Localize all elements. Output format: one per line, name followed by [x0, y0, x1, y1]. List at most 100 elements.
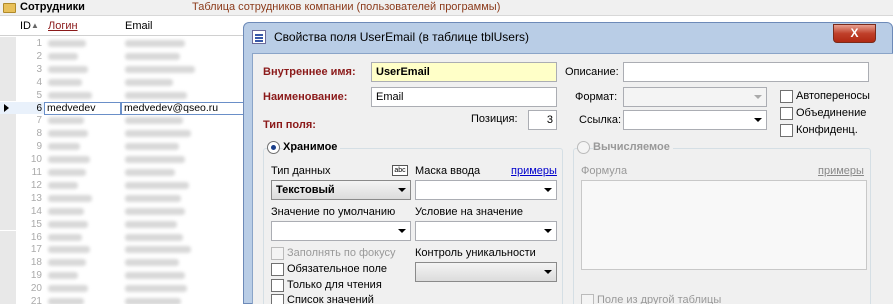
login-cell-blurred	[48, 181, 78, 189]
dialog-titlebar[interactable]: Свойства поля UserEmail (в таблице tblUs…	[244, 23, 892, 51]
column-header-email[interactable]: Email	[125, 20, 153, 32]
login-cell-blurred	[48, 52, 78, 60]
internal-name-input[interactable]: UserEmail	[371, 62, 557, 82]
table-row[interactable]: 11	[0, 166, 250, 179]
description-input[interactable]	[623, 62, 869, 82]
row-selector[interactable]	[0, 37, 16, 50]
table-row[interactable]: 4	[0, 75, 250, 89]
row-selector[interactable]	[0, 295, 16, 304]
computed-radio[interactable]	[577, 141, 590, 154]
table-row[interactable]: 14	[0, 204, 250, 218]
row-id: 3	[36, 63, 42, 75]
email-cell-blurred	[125, 272, 185, 280]
mask-examples-link[interactable]: примеры	[511, 165, 557, 177]
row-selector[interactable]	[0, 62, 16, 76]
table-row[interactable]: 21	[0, 295, 250, 304]
table-row[interactable]: 17	[0, 243, 250, 257]
autowrap-checkbox[interactable]	[780, 90, 793, 103]
row-selector[interactable]	[0, 243, 16, 257]
confidential-checkbox[interactable]	[780, 124, 793, 137]
current-row-pointer-icon	[4, 103, 9, 112]
formula-label: Формула	[581, 165, 628, 177]
table-row[interactable]: 10	[0, 153, 250, 166]
name-input[interactable]: Email	[371, 87, 557, 107]
table-row[interactable]: 20	[0, 282, 250, 295]
link-dropdown[interactable]	[623, 110, 767, 130]
stored-radio[interactable]	[267, 141, 280, 154]
condition-dropdown[interactable]	[415, 221, 557, 241]
email-cell-blurred	[125, 233, 183, 241]
login-cell-blurred	[48, 65, 88, 73]
table-row[interactable]: 5	[0, 88, 250, 102]
formula-examples-link[interactable]: примеры	[818, 165, 864, 177]
value-list-label: Список значений	[287, 294, 374, 304]
row-selector[interactable]	[0, 166, 16, 179]
row-selector[interactable]	[0, 282, 16, 295]
email-cell-blurred	[125, 130, 191, 138]
input-mask-dropdown[interactable]	[415, 180, 557, 200]
merge-label: Объединение	[796, 107, 867, 119]
close-button[interactable]: X	[833, 24, 876, 43]
format-dropdown[interactable]	[623, 87, 767, 107]
data-type-dropdown[interactable]: Текстовый	[271, 180, 411, 200]
table-row[interactable]: 7	[0, 114, 250, 128]
table-row[interactable]: 1	[0, 37, 250, 50]
row-id: 20	[30, 283, 42, 295]
row-selector[interactable]	[0, 140, 16, 154]
chevron-down-icon	[544, 188, 552, 192]
table-row[interactable]: 12	[0, 178, 250, 192]
window-titlebar: Сотрудники Таблица сотрудников компании …	[0, 0, 893, 16]
row-selector[interactable]	[0, 75, 16, 89]
window-title: Сотрудники	[20, 1, 85, 13]
chevron-down-icon	[754, 118, 762, 122]
row-selector[interactable]	[0, 88, 16, 102]
row-selector[interactable]	[0, 49, 16, 63]
table-row[interactable]: 9	[0, 140, 250, 154]
required-checkbox[interactable]	[271, 263, 284, 276]
autowrap-label: Автопереносы	[796, 90, 870, 102]
row-id: 10	[30, 154, 42, 166]
fill-on-focus-checkbox[interactable]	[271, 247, 284, 260]
position-input[interactable]: 3	[528, 110, 557, 130]
row-selector[interactable]	[0, 191, 16, 205]
login-cell-blurred	[48, 117, 84, 125]
merge-checkbox[interactable]	[780, 107, 793, 120]
login-cell-blurred	[48, 272, 78, 280]
default-value-dropdown[interactable]	[271, 221, 411, 241]
chevron-down-icon	[398, 229, 406, 233]
email-cell-blurred	[125, 78, 173, 86]
table-row[interactable]: 6 medvedev medvedev@qseo.ru	[0, 101, 250, 115]
table-row[interactable]: 15	[0, 217, 250, 231]
description-label: Описание:	[565, 66, 619, 78]
readonly-checkbox[interactable]	[271, 279, 284, 292]
row-selector[interactable]	[0, 217, 16, 231]
row-selector[interactable]	[0, 230, 16, 244]
row-selector[interactable]	[0, 269, 16, 283]
table-row[interactable]: 8	[0, 127, 250, 141]
table-row[interactable]: 18	[0, 256, 250, 270]
table-row[interactable]: 3	[0, 62, 250, 76]
column-header-login[interactable]: Логин	[48, 20, 78, 32]
folder-icon	[3, 3, 16, 13]
fill-on-focus-label: Заполнять по фокусу	[287, 247, 396, 259]
row-id: 4	[36, 76, 42, 88]
login-cell[interactable]: medvedev	[44, 101, 121, 115]
row-selector[interactable]	[0, 153, 16, 166]
row-selector[interactable]	[0, 178, 16, 192]
table-row[interactable]: 2	[0, 49, 250, 63]
row-id: 13	[30, 192, 42, 204]
table-row[interactable]: 16	[0, 230, 250, 244]
row-selector[interactable]	[0, 204, 16, 218]
table-row[interactable]: 19	[0, 269, 250, 283]
email-cell-blurred	[125, 285, 187, 293]
uniqueness-dropdown[interactable]	[415, 262, 557, 282]
other-table-checkbox[interactable]	[581, 294, 594, 304]
row-selector[interactable]	[0, 256, 16, 270]
table-row[interactable]: 13	[0, 191, 250, 205]
value-list-checkbox[interactable]	[271, 294, 284, 304]
column-header-id[interactable]: ID	[20, 20, 31, 32]
row-selector[interactable]	[0, 114, 16, 128]
formula-textarea[interactable]	[581, 180, 867, 270]
email-cell[interactable]: medvedev@qseo.ru	[121, 101, 245, 115]
row-selector[interactable]	[0, 127, 16, 141]
